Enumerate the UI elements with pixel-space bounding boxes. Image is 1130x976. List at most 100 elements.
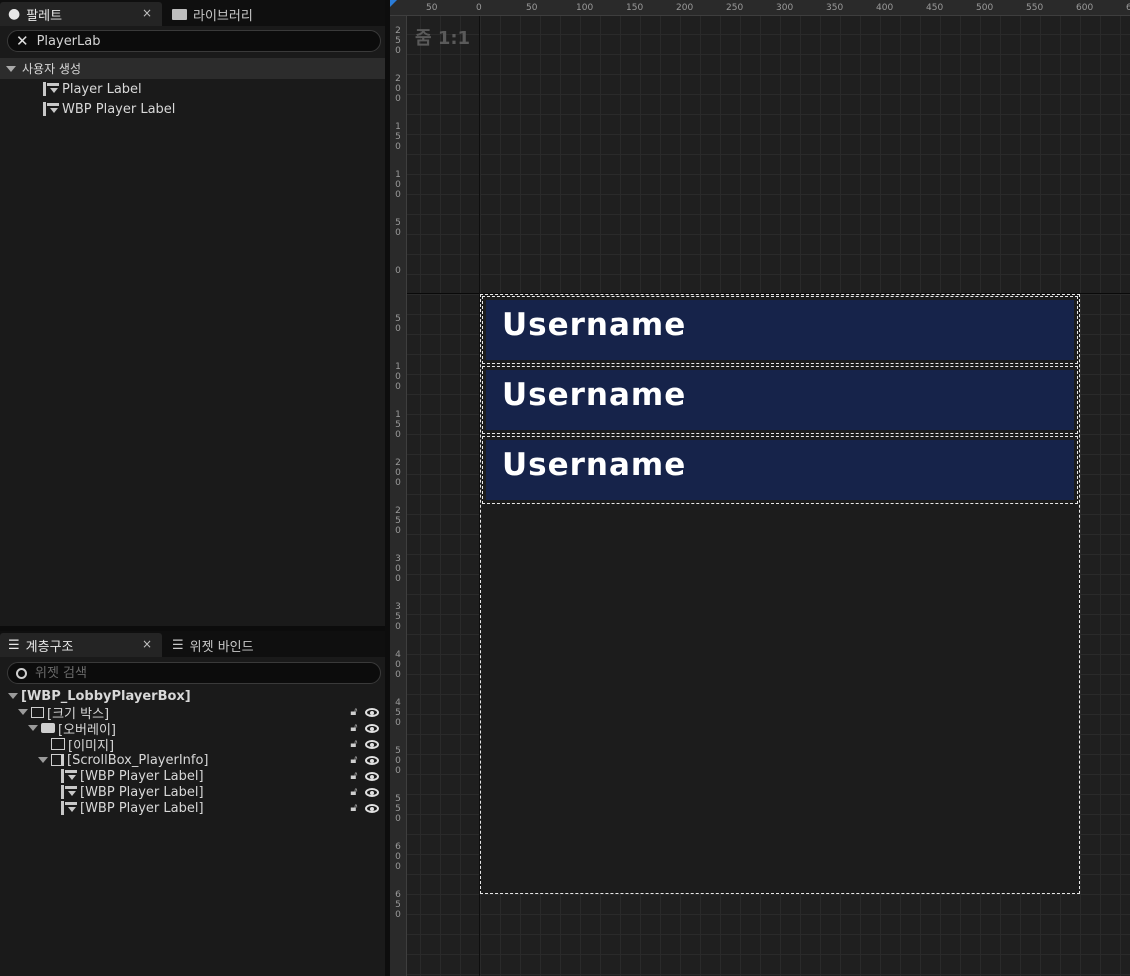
collapse-arrow-icon[interactable] xyxy=(38,757,48,763)
row-tools: 🔓︎ xyxy=(347,753,379,767)
lock-icon[interactable]: 🔓︎ xyxy=(347,705,361,719)
ruler-tick-label: 0 xyxy=(476,3,482,13)
ruler-tick-label: 200 xyxy=(395,74,401,104)
tree-node-wbp-player-label[interactable]: [WBP Player Label] xyxy=(61,784,204,800)
ruler-corner xyxy=(390,0,397,7)
tree-node-wbp-player-label[interactable]: [WBP Player Label] xyxy=(61,800,204,816)
widget-icon xyxy=(61,801,77,815)
size-box-icon xyxy=(31,706,44,718)
row-tools: 🔓︎ xyxy=(347,785,379,799)
visibility-eye-icon[interactable] xyxy=(365,755,379,765)
palette-search[interactable]: ✕ xyxy=(7,30,381,52)
ruler-tick-label: 50 xyxy=(526,3,538,13)
visibility-eye-icon[interactable] xyxy=(365,771,379,781)
collapse-arrow-icon[interactable] xyxy=(6,65,16,72)
ruler-tick-label: 450 xyxy=(395,698,401,728)
ruler-tick-label: 300 xyxy=(776,3,794,13)
player-label-widget[interactable]: Username xyxy=(482,296,1078,364)
tree-root-label: [WBP_LobbyPlayerBox] xyxy=(21,688,191,704)
ruler-tick-label: 550 xyxy=(395,794,401,824)
username-text: Username xyxy=(502,307,687,343)
row-tools: 🔓︎ xyxy=(347,737,379,751)
ruler-tick-label: 600 xyxy=(395,842,401,872)
collapse-arrow-icon[interactable] xyxy=(28,725,38,731)
palette-item-label: Player Label xyxy=(62,81,142,97)
collapse-arrow-icon[interactable] xyxy=(18,709,28,715)
palette-tabbar: ● 팔레트 × 라이브러리 xyxy=(0,0,385,26)
hierarchy-search[interactable] xyxy=(7,662,381,684)
tab-hierarchy[interactable]: ☰ 계층구조 × xyxy=(0,633,162,657)
ruler-tick-label: 200 xyxy=(676,3,694,13)
tab-widget-bind[interactable]: ☰ 위젯 바인드 xyxy=(164,633,364,657)
tree-node-label: [이미지] xyxy=(68,738,115,754)
clear-search-icon[interactable]: ✕ xyxy=(16,33,29,49)
palette-item-wbp-player-label[interactable]: WBP Player Label xyxy=(43,100,175,118)
widget-icon xyxy=(43,102,59,116)
palette-item-player-label[interactable]: Player Label xyxy=(43,80,142,98)
ruler-tick-label: 0 xyxy=(395,266,401,276)
ruler-tick-label: 500 xyxy=(395,746,401,776)
tab-palette[interactable]: ● 팔레트 × xyxy=(0,2,162,26)
ruler-tick-label: 100 xyxy=(395,362,401,392)
lock-icon[interactable]: 🔓︎ xyxy=(347,785,361,799)
visibility-eye-icon[interactable] xyxy=(365,707,379,717)
username-text: Username xyxy=(502,377,687,413)
ruler-tick-label: 150 xyxy=(626,3,644,13)
category-label: 사용자 생성 xyxy=(22,62,82,76)
ruler-tick-label: 500 xyxy=(976,3,994,13)
tab-library[interactable]: 라이브러리 xyxy=(164,2,364,26)
close-icon[interactable]: × xyxy=(142,637,152,651)
palette-icon: ● xyxy=(8,6,21,22)
lock-icon[interactable]: 🔓︎ xyxy=(347,769,361,783)
ruler-tick-label: 300 xyxy=(395,554,401,584)
tab-library-label: 라이브러리 xyxy=(193,8,253,24)
ruler-tick-label: 250 xyxy=(395,506,401,536)
palette-item-label: WBP Player Label xyxy=(62,101,176,117)
tab-palette-label: 팔레트 xyxy=(26,8,63,24)
lock-icon[interactable]: 🔓︎ xyxy=(347,737,361,751)
palette-search-input[interactable] xyxy=(36,33,367,49)
designer-viewport[interactable]: 5005010015020025030035040045050055060065… xyxy=(390,0,1130,976)
ruler-tick-label: 65 xyxy=(1126,3,1130,13)
tab-hierarchy-label: 계층구조 xyxy=(25,639,74,655)
lock-icon[interactable]: 🔓︎ xyxy=(347,753,361,767)
tree-node-label: [WBP Player Label] xyxy=(80,768,204,784)
widget-canvas-box[interactable]: Username Username Username xyxy=(480,294,1080,894)
ruler-top[interactable]: 5005010015020025030035040045050055060065 xyxy=(390,0,1130,16)
visibility-eye-icon[interactable] xyxy=(365,739,379,749)
ruler-tick-label: 350 xyxy=(395,602,401,632)
folder-icon xyxy=(172,8,187,20)
list-icon: ☰ xyxy=(172,637,184,653)
player-label-widget[interactable]: Username xyxy=(482,366,1078,434)
image-icon xyxy=(51,738,65,750)
category-user-created[interactable]: 사용자 생성 xyxy=(0,58,385,79)
hierarchy-tabbar: ☰ 계층구조 × ☰ 위젯 바인드 xyxy=(0,631,385,657)
lock-icon[interactable]: 🔓︎ xyxy=(347,721,361,735)
ruler-tick-label: 400 xyxy=(395,650,401,680)
ruler-tick-label: 150 xyxy=(395,410,401,440)
ruler-tick-label: 200 xyxy=(395,458,401,488)
ruler-tick-label: 100 xyxy=(576,3,594,13)
search-icon xyxy=(16,667,27,679)
tree-node-wbp-player-label[interactable]: [WBP Player Label] xyxy=(61,768,204,784)
lock-icon[interactable]: 🔓︎ xyxy=(347,801,361,815)
row-tools: 🔓︎ xyxy=(347,721,379,735)
tree-node-image[interactable]: [이미지] xyxy=(51,736,115,754)
player-label-widget[interactable]: Username xyxy=(482,436,1078,504)
visibility-eye-icon[interactable] xyxy=(365,787,379,797)
ruler-tick-label: 50 xyxy=(395,218,401,238)
ruler-left[interactable]: 250 200 150 100 50 0 50 100 150 200 250 300 350 400 45… xyxy=(390,16,407,976)
hierarchy-search-input[interactable] xyxy=(35,665,365,681)
tree-node-label: [WBP Player Label] xyxy=(80,784,204,800)
zoom-level: 줌 1:1 xyxy=(415,28,471,49)
row-tools: 🔓︎ xyxy=(347,769,379,783)
tree-node-scrollbox[interactable]: [ScrollBox_PlayerInfo] xyxy=(38,752,209,768)
visibility-eye-icon[interactable] xyxy=(365,803,379,813)
collapse-arrow-icon[interactable] xyxy=(8,693,18,699)
ruler-tick-label: 650 xyxy=(395,890,401,920)
ruler-tick-label: 400 xyxy=(876,3,894,13)
close-icon[interactable]: × xyxy=(142,6,152,20)
visibility-eye-icon[interactable] xyxy=(365,723,379,733)
ruler-tick-label: 150 xyxy=(395,122,401,152)
ruler-tick-label: 350 xyxy=(826,3,844,13)
